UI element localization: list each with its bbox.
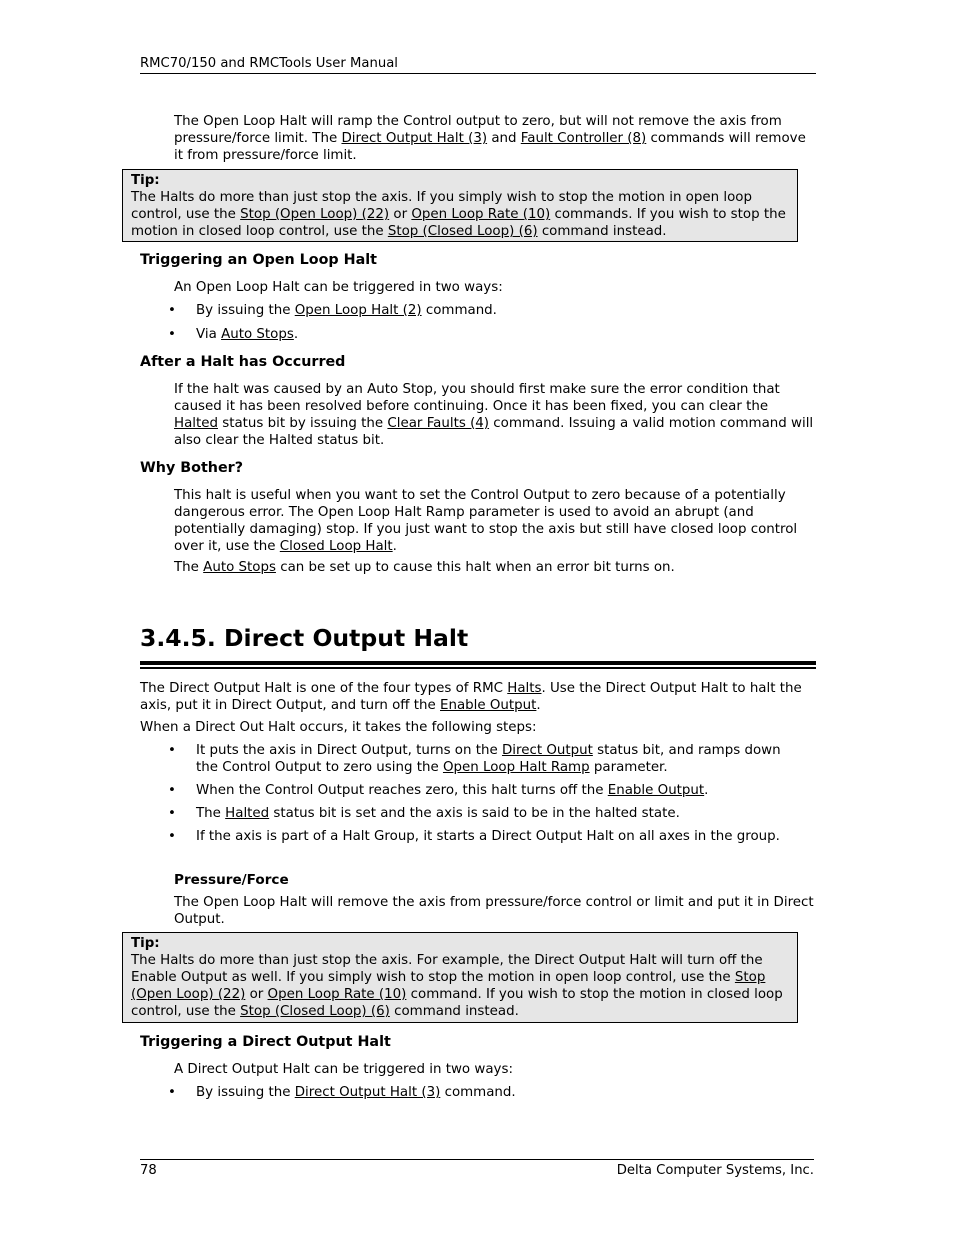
text: The (196, 806, 226, 821)
text: command. (440, 1085, 516, 1100)
text: By issuing the (196, 1085, 295, 1100)
heading-triggering-direct-output-halt: Triggering a Direct Output Halt (140, 1034, 391, 1050)
why-paragraph: This halt is useful when you want to set… (174, 487, 814, 555)
text: The (174, 560, 204, 575)
link-open-loop-halt[interactable]: Open Loop Halt (2) (295, 303, 422, 318)
trigger-do-list: By issuing the Direct Output Halt (3) co… (140, 1084, 816, 1101)
list-item: When the Control Output reaches zero, th… (140, 782, 790, 799)
list-item: By issuing the Open Loop Halt (2) comman… (140, 302, 816, 319)
link-direct-output-halt[interactable]: Direct Output Halt (3) (341, 131, 487, 146)
tip-label: Tip: (131, 936, 160, 951)
link-enable-output[interactable]: Enable Output (608, 783, 704, 798)
link-fault-controller[interactable]: Fault Controller (8) (521, 131, 646, 146)
text: . (392, 539, 397, 554)
text: It puts the axis in Direct Output, turns… (196, 743, 502, 758)
text: and (487, 131, 521, 146)
link-halted[interactable]: Halted (174, 416, 218, 431)
text: status bit by issuing the (217, 416, 388, 431)
text: When the Control Output reaches zero, th… (196, 783, 608, 798)
intro-paragraph: The Open Loop Halt will ramp the Control… (174, 113, 814, 164)
section-title: 3.4.5. Direct Output Halt (140, 624, 816, 669)
link-open-loop-rate[interactable]: Open Loop Rate (10) (411, 207, 550, 222)
company-name: Delta Computer Systems, Inc. (616, 1163, 814, 1178)
text: This halt is useful when you want to set… (174, 488, 798, 554)
text: status bit is set and the axis is said t… (269, 806, 680, 821)
pressure-force-paragraph: The Open Loop Halt will remove the axis … (174, 895, 814, 927)
link-stop-closed-loop[interactable]: Stop (Closed Loop) (6) (388, 224, 538, 239)
link-stop-open-loop[interactable]: Stop (Open Loop) (22) (240, 207, 389, 222)
manual-title: RMC70/150 and RMCTools User Manual (140, 56, 398, 71)
link-closed-loop-halt[interactable]: Closed Loop Halt (280, 539, 393, 554)
list-item: By issuing the Direct Output Halt (3) co… (140, 1084, 816, 1101)
text: command. (421, 303, 497, 318)
tip-box: Tip: The Halts do more than just stop th… (122, 169, 798, 242)
link-auto-stops[interactable]: Auto Stops (221, 327, 294, 342)
text: . (293, 327, 299, 342)
text: The Halts do more than just stop the axi… (131, 953, 763, 985)
list-item: If the axis is part of a Halt Group, it … (140, 828, 790, 845)
link-open-loop-rate[interactable]: Open Loop Rate (10) (268, 987, 407, 1002)
link-open-loop-halt-ramp[interactable]: Open Loop Halt Ramp (443, 760, 590, 775)
tip-label: Tip: (131, 173, 160, 188)
trigger-do-intro: A Direct Output Halt can be triggered in… (174, 1062, 513, 1077)
heading-triggering-open-loop-halt: Triggering an Open Loop Halt (140, 252, 377, 268)
page-number: 78 (140, 1163, 157, 1178)
heading-after-halt: After a Halt has Occurred (140, 354, 346, 370)
text: By issuing the (196, 303, 295, 318)
text: . (704, 783, 709, 798)
text: command instead. (537, 224, 667, 239)
text: can be set up to cause this halt when an… (275, 560, 675, 575)
heading-why-bother: Why Bother? (140, 460, 244, 476)
text: or (245, 987, 268, 1002)
section-intro: The Direct Output Halt is one of the fou… (140, 680, 816, 714)
trigger-list: By issuing the Open Loop Halt (2) comman… (140, 302, 816, 343)
page-header: RMC70/150 and RMCTools User Manual (140, 56, 816, 74)
text: command instead. (389, 1004, 519, 1019)
link-enable-output[interactable]: Enable Output (440, 698, 536, 713)
text: parameter. (589, 760, 668, 775)
text: . (536, 698, 541, 713)
steps-intro: When a Direct Out Halt occurs, it takes … (140, 720, 537, 735)
tip-box-2: Tip: The Halts do more than just stop th… (122, 932, 798, 1023)
link-direct-output[interactable]: Direct Output (502, 743, 593, 758)
link-stop-closed-loop[interactable]: Stop (Closed Loop) (6) (240, 1004, 390, 1019)
link-auto-stops[interactable]: Auto Stops (203, 560, 276, 575)
link-halted[interactable]: Halted (225, 806, 269, 821)
text: If the halt was caused by an Auto Stop, … (174, 382, 780, 414)
heading-pressure-force: Pressure/Force (174, 872, 289, 888)
list-item: It puts the axis in Direct Output, turns… (140, 742, 790, 776)
list-item: The Halted status bit is set and the axi… (140, 805, 790, 822)
why-paragraph-2: The Auto Stops can be set up to cause th… (174, 559, 850, 576)
text: or (389, 207, 412, 222)
text: Via (196, 327, 222, 342)
link-clear-faults[interactable]: Clear Faults (4) (387, 416, 489, 431)
link-halts[interactable]: Halts (507, 681, 541, 696)
trigger-intro: An Open Loop Halt can be triggered in tw… (174, 280, 503, 295)
text: The Direct Output Halt is one of the fou… (140, 681, 508, 696)
page-footer: 78 Delta Computer Systems, Inc. (140, 1159, 814, 1178)
link-direct-output-halt[interactable]: Direct Output Halt (3) (295, 1085, 441, 1100)
steps-list: It puts the axis in Direct Output, turns… (140, 742, 790, 845)
after-paragraph: If the halt was caused by an Auto Stop, … (174, 381, 814, 449)
list-item: Via Auto Stops. (140, 326, 816, 343)
